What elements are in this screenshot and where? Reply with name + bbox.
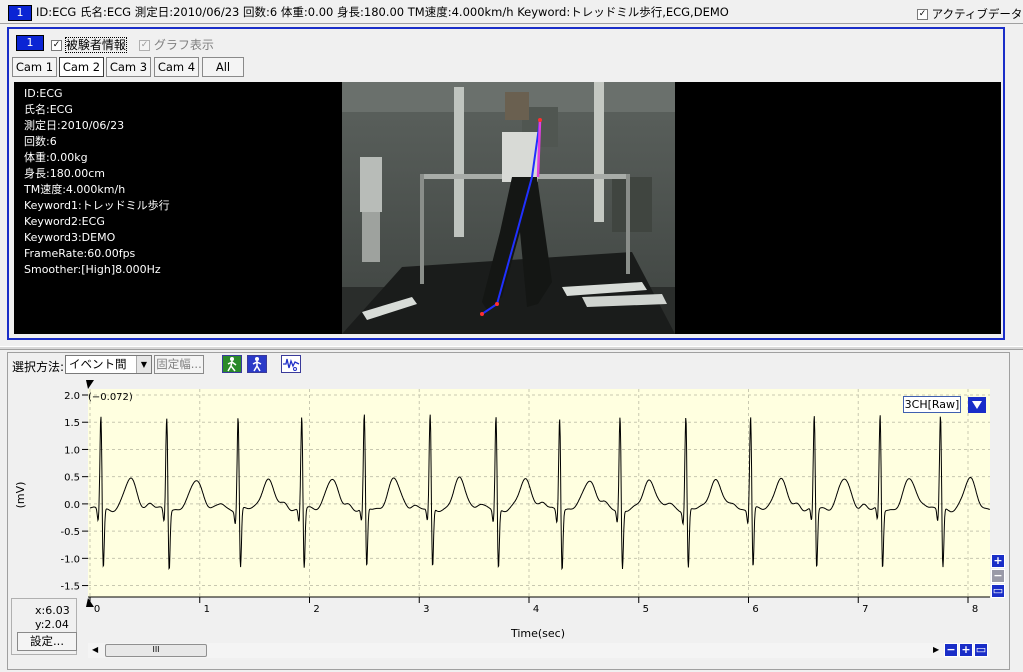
walking-blue-tool-icon[interactable] xyxy=(247,355,267,373)
dropdown-arrow-icon[interactable]: ▼ xyxy=(136,356,151,373)
walking-green-tool-icon[interactable] xyxy=(222,355,242,373)
cam-all-button[interactable]: All xyxy=(202,57,244,77)
plot-background xyxy=(88,389,990,597)
cursor-y-readout: y:2.04 xyxy=(35,618,69,631)
overlay-line: 氏名:ECG xyxy=(24,103,73,116)
y-tick-label: 1.5 xyxy=(64,418,80,429)
zoom-in-x-icon[interactable]: + xyxy=(959,643,973,657)
graph-display-label: グラフ表示 xyxy=(153,38,214,52)
select-method-label: 選択方法: xyxy=(12,360,65,374)
cam-4-button[interactable]: Cam 4 xyxy=(154,57,199,77)
record-summary-text: ID:ECG 氏名:ECG 測定日:2010/06/23 回数:6 体重:0.0… xyxy=(36,5,729,19)
scrollbar-thumb[interactable]: III xyxy=(105,644,207,657)
panel-gutter xyxy=(1010,27,1023,345)
zoom-out-x-icon[interactable]: − xyxy=(944,643,958,657)
overlay-line: TM速度:4.000km/h xyxy=(24,183,126,196)
checkbox-check-icon[interactable]: ✓ xyxy=(917,9,928,20)
x-tick-label: 0 xyxy=(94,604,100,615)
ecg-chart[interactable]: 2.0 1.5 1.0 0.5 0.0 -0.5 -1.0 -1.5 0 1 2 3 4 5 6 7 8 (m… xyxy=(0,378,1023,643)
x-tick-label: 8 xyxy=(972,604,978,615)
select-method-dropdown[interactable]: イベント間 ▼ xyxy=(65,355,152,374)
channel-select-button[interactable]: 3CH[Raw] xyxy=(903,396,961,413)
x-tick-label: 1 xyxy=(204,604,210,615)
horizontal-scrollbar[interactable] xyxy=(88,643,990,658)
overlay-line: Keyword2:ECG xyxy=(24,215,105,228)
camera-frame-image xyxy=(342,82,675,334)
overlay-line: Keyword1:トレッドミル歩行 xyxy=(24,199,170,212)
scroll-left-arrow-icon[interactable]: ◀ xyxy=(92,645,98,654)
cursor-value-label: (−0.072) xyxy=(88,392,133,403)
x-tick-label: 4 xyxy=(533,604,539,615)
x-axis-label: Time(sec) xyxy=(510,627,565,640)
panel-splitter[interactable] xyxy=(0,346,1023,350)
overlay-line: 測定日:2010/06/23 xyxy=(24,119,125,132)
cursor-x-readout: x:6.03 xyxy=(35,604,70,617)
record-number-badge[interactable]: 1 xyxy=(8,5,32,21)
zoom-fit-x-icon[interactable]: ▭ xyxy=(974,643,988,657)
zoom-in-y-icon[interactable]: + xyxy=(991,554,1005,568)
y-axis-label: (mV) xyxy=(14,482,27,509)
overlay-line: Smoother:[High]8.000Hz xyxy=(24,263,161,276)
y-tick-label: 0.5 xyxy=(64,473,80,484)
cam-2-button[interactable]: Cam 2 xyxy=(59,57,104,77)
active-data-checkbox[interactable]: ✓ アクティブデータ xyxy=(917,6,1022,22)
checkbox-check-icon[interactable]: ✓ xyxy=(51,40,62,51)
y-tick-label: -0.5 xyxy=(60,527,80,538)
overlay-line: 回数:6 xyxy=(24,135,57,148)
x-tick-label: 7 xyxy=(862,604,868,615)
cam-1-button[interactable]: Cam 1 xyxy=(12,57,57,77)
overlay-line: 体重:0.00kg xyxy=(24,151,88,164)
overlay-line: ID:ECG xyxy=(24,87,63,100)
fixed-width-button[interactable]: 固定幅... xyxy=(154,355,204,374)
cursor-top-marker-icon[interactable] xyxy=(86,380,94,389)
waveform-cut-tool-icon[interactable] xyxy=(281,355,301,373)
active-data-label: アクティブデータ xyxy=(931,7,1023,21)
channel-dropdown-icon[interactable] xyxy=(968,397,986,413)
y-tick-label: 0.0 xyxy=(64,500,80,511)
scroll-right-arrow-icon[interactable]: ▶ xyxy=(933,645,939,654)
cam-3-button[interactable]: Cam 3 xyxy=(106,57,151,77)
zoom-out-y-icon[interactable]: ▭ xyxy=(991,584,1005,598)
x-tick-label: 6 xyxy=(752,604,758,615)
settings-button[interactable]: 設定... xyxy=(17,632,77,651)
graph-display-checkbox[interactable]: ✓ グラフ表示 xyxy=(139,36,214,53)
subject-info-label: 被験者情報 xyxy=(64,37,127,53)
select-method-value: イベント間 xyxy=(69,357,127,371)
overlay-line: Keyword3:DEMO xyxy=(24,231,116,244)
x-tick-label: 5 xyxy=(643,604,649,615)
zoom-reset-y-icon[interactable]: − xyxy=(991,569,1005,583)
y-tick-label: 2.0 xyxy=(64,391,80,402)
x-tick-label: 2 xyxy=(313,604,319,615)
panel-number-badge[interactable]: 1 xyxy=(16,35,44,51)
x-tick-label: 3 xyxy=(423,604,429,615)
y-tick-label: 1.0 xyxy=(64,445,80,456)
y-axis-ticks: 2.0 1.5 1.0 0.5 0.0 -0.5 -1.0 -1.5 xyxy=(60,391,88,593)
y-tick-label: -1.5 xyxy=(60,582,80,593)
overlay-line: 身長:180.00cm xyxy=(24,167,105,180)
overlay-line: FrameRate:60.00fps xyxy=(24,247,136,260)
x-axis-ticks: 0 1 2 3 4 5 6 7 8 xyxy=(88,596,990,615)
checkbox-check-icon[interactable]: ✓ xyxy=(139,40,150,51)
subject-overlay-text: ID:ECG 氏名:ECG 測定日:2010/06/23 回数:6 体重:0.0… xyxy=(24,86,170,278)
y-tick-label: -1.0 xyxy=(60,554,80,565)
subject-info-checkbox[interactable]: ✓ 被験者情報 xyxy=(51,36,127,53)
